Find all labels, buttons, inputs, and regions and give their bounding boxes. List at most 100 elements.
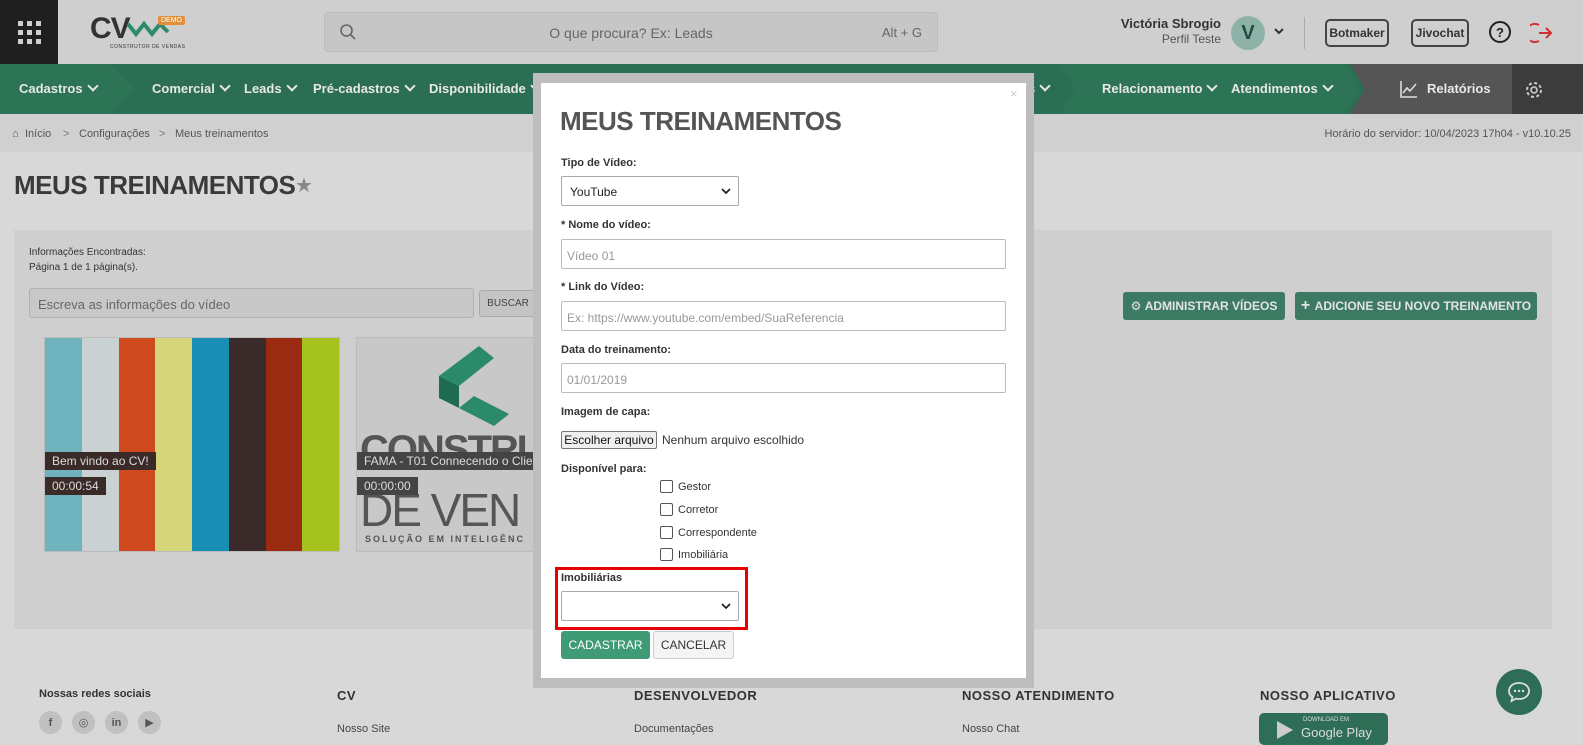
logo-mark-icon — [439, 346, 509, 426]
search-shortcut: Alt + G — [881, 25, 922, 40]
close-icon[interactable]: × — [1010, 86, 1018, 101]
checkbox-correspondente[interactable] — [660, 526, 673, 539]
training-date-label: Data do treinamento: — [561, 344, 672, 356]
training-date-placeholder: 01/01/2019 — [567, 373, 628, 387]
cancel-button[interactable]: CANCELAR — [653, 631, 734, 659]
checkbox-gestor[interactable] — [660, 480, 673, 493]
instagram-icon[interactable]: ◎ — [72, 711, 95, 734]
video-type-label: Tipo de Vídeo: — [561, 157, 637, 169]
nav-item-leads[interactable]: Leads — [244, 80, 298, 96]
footer-link-docs[interactable]: Documentações — [634, 723, 714, 735]
video-title: Bem vindo ao CV! — [45, 452, 156, 470]
checkbox-imobiliaria[interactable] — [660, 548, 673, 561]
video-link-label: * Link do Vídeo: — [561, 281, 645, 293]
apps-menu-button[interactable] — [0, 0, 58, 64]
user-profile: Perfil Teste — [1161, 32, 1221, 46]
star-icon[interactable]: ★ — [295, 173, 313, 198]
color-bar-stripe — [265, 338, 303, 551]
video-name-input[interactable]: Vídeo 01 — [561, 239, 1006, 269]
nav-item-relatorios[interactable]: Relatórios — [1427, 81, 1491, 96]
video-type-select[interactable]: YouTube — [561, 176, 739, 206]
search-button[interactable]: BUSCAR — [479, 290, 537, 317]
nav-item-label: Leads — [244, 81, 282, 96]
logo[interactable]: CV DEMO CONSTRUTOR DE VENDAS — [90, 12, 185, 54]
user-info[interactable]: Victória Sbrogio Perfil Teste — [1100, 16, 1221, 46]
video-name-placeholder: Vídeo 01 — [567, 249, 616, 263]
nav-item-comercial[interactable]: Comercial — [152, 80, 231, 96]
logo-subtitle: CONSTRUTOR DE VENDAS — [110, 44, 186, 50]
video-duration: 00:00:00 — [357, 477, 418, 495]
add-training-button[interactable]: + ADICIONE SEU NOVO TREINAMENTO — [1295, 292, 1537, 320]
checkbox-corretor-label: Corretor — [678, 504, 719, 516]
nav-item-label: Pré-cadastros — [313, 81, 400, 96]
video-name-label: * Nome do vídeo: — [561, 219, 651, 231]
color-bar-stripe — [118, 338, 156, 551]
color-bar-stripe — [228, 338, 266, 551]
file-status: Nenhum arquivo escolhido — [662, 433, 805, 447]
admin-videos-button[interactable]: ⚙ ADMINISTRAR VÍDEOS — [1123, 292, 1285, 320]
submit-button[interactable]: CADASTRAR — [561, 631, 650, 659]
chevron-down-icon — [86, 80, 99, 92]
choose-file-button[interactable]: Escolher arquivo — [561, 431, 657, 449]
results-pagination: Página 1 de 1 página(s). — [29, 262, 138, 273]
footer-link-chat[interactable]: Nosso Chat — [962, 723, 1019, 735]
footer-support-heading: NOSSO ATENDIMENTO — [962, 688, 1115, 703]
jivochat-button[interactable]: Jivochat — [1411, 19, 1469, 47]
nav-item-label: Disponibilidade — [429, 81, 526, 96]
gear-icon[interactable] — [1524, 80, 1544, 100]
training-date-input[interactable]: 01/01/2019 — [561, 363, 1006, 393]
nav-item-label: Comercial — [152, 81, 215, 96]
facebook-icon[interactable]: f — [39, 711, 62, 734]
video-search-input[interactable]: Escreva as informações do vídeo — [29, 288, 474, 318]
chevron-down-icon[interactable] — [1273, 26, 1285, 36]
modal-title: MEUS TREINAMENTOS — [560, 106, 842, 136]
google-play-badge[interactable]: DOWNLOAD EM Google Play — [1259, 713, 1388, 745]
botmaker-button[interactable]: Botmaker — [1325, 19, 1389, 47]
divider — [1304, 17, 1305, 49]
google-play-small-text: DOWNLOAD EM — [1303, 717, 1350, 723]
user-name: Victória Sbrogio — [1120, 16, 1221, 31]
server-time: Horário do servidor: 10/04/2023 17h04 - … — [1324, 128, 1571, 140]
chevron-down-icon — [721, 188, 731, 195]
nav-item-label: Atendimentos — [1231, 81, 1318, 96]
breadcrumb-item-configuracoes[interactable]: Configurações — [79, 128, 150, 140]
color-bar-stripe — [81, 338, 119, 551]
nav-item-cadastros[interactable]: Cadastros — [19, 80, 99, 96]
chevron-down-icon — [1322, 80, 1334, 92]
footer-app-heading: NOSSO APLICATIVO — [1260, 688, 1396, 703]
help-icon[interactable]: ? — [1489, 21, 1511, 43]
color-bar-stripe — [155, 338, 192, 551]
video-link-placeholder: Ex: https://www.youtube.com/embed/SuaRef… — [567, 311, 844, 325]
youtube-icon[interactable]: ▶ — [138, 711, 161, 734]
footer-link-site[interactable]: Nosso Site — [337, 723, 390, 735]
video-link-input[interactable]: Ex: https://www.youtube.com/embed/SuaRef… — [561, 301, 1006, 331]
checkbox-corretor[interactable] — [660, 503, 673, 516]
breadcrumb-item-current: Meus treinamentos — [175, 128, 269, 140]
footer-cv-heading: CV — [337, 688, 357, 703]
nav-item-relacionamento[interactable]: Relacionamento — [1102, 80, 1219, 96]
avatar[interactable]: V — [1231, 16, 1265, 50]
chevron-down-icon — [1206, 80, 1219, 92]
chat-button[interactable] — [1496, 669, 1542, 715]
google-play-icon — [1277, 721, 1293, 739]
logout-icon[interactable] — [1530, 21, 1554, 45]
top-bar: CV DEMO CONSTRUTOR DE VENDAS O que procu… — [0, 0, 1583, 64]
video-title: FAMA - T01 Connecendo o Cliente — [357, 452, 539, 470]
cover-image-label: Imagem de capa: — [561, 406, 651, 418]
linkedin-icon[interactable]: in — [105, 711, 128, 734]
logo-text: CV — [90, 12, 131, 45]
thumbnail-logo-subtitle: SOLUÇÃO EM INTELIGÊNC — [365, 534, 526, 544]
video-thumbnail[interactable]: CONSTRU DE VEN SOLUÇÃO EM INTELIGÊNC — [356, 337, 540, 552]
global-search-input[interactable]: O que procura? Ex: Leads Alt + G — [324, 12, 938, 52]
nav-item-atendimentos[interactable]: Atendimentos — [1231, 80, 1334, 96]
nav-item-disponibilidade[interactable]: Disponibilidade — [429, 80, 542, 96]
video-search-placeholder: Escreva as informações do vídeo — [38, 297, 231, 312]
nav-item-label: Cadastros — [19, 81, 83, 96]
video-duration: 00:00:54 — [45, 477, 106, 495]
nav-item-pre-cadastros[interactable]: Pré-cadastros — [313, 80, 416, 96]
apps-grid-icon — [17, 20, 41, 44]
video-thumbnail[interactable] — [44, 337, 340, 552]
admin-videos-label: ADMINISTRAR VÍDEOS — [1144, 299, 1278, 313]
checkbox-correspondente-label: Correspondente — [678, 527, 757, 539]
breadcrumb-item-inicio[interactable]: Início — [25, 128, 51, 140]
